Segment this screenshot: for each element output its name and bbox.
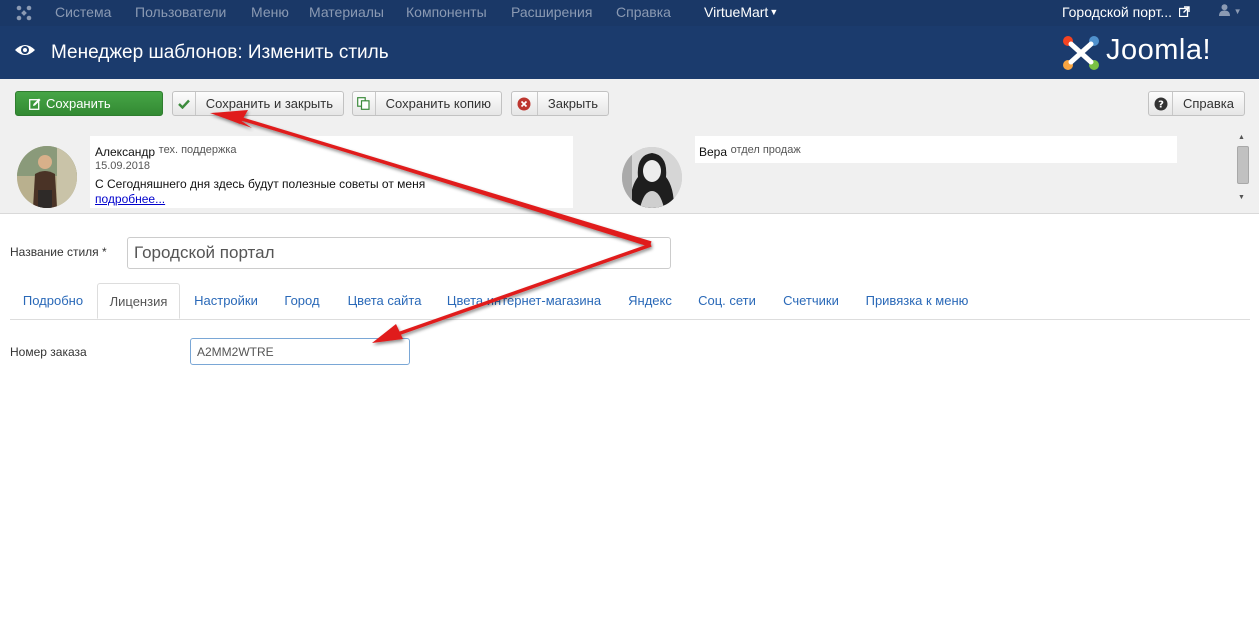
menu-virtuemart[interactable]: VirtueMart▼: [704, 4, 778, 20]
tab-license[interactable]: Лицензия: [97, 283, 180, 319]
save-copy-button[interactable]: Сохранить копию: [352, 91, 502, 116]
tab-settings[interactable]: Настройки: [186, 283, 266, 319]
tab-city[interactable]: Город: [277, 283, 327, 319]
comment-role: тех. поддержка: [158, 144, 237, 156]
user-icon: [1219, 4, 1230, 16]
site-link[interactable]: Городской порт...: [1062, 4, 1190, 20]
menu-users[interactable]: Пользователи: [135, 4, 226, 20]
comment-bubble: Вера отдел продаж: [695, 136, 1177, 163]
virtuemart-label: VirtueMart: [704, 4, 769, 20]
save-button[interactable]: Сохранить: [15, 91, 163, 116]
save-close-label: Сохранить и закрыть: [205, 96, 333, 111]
menu-components[interactable]: Компоненты: [406, 4, 487, 20]
scroll-down-icon[interactable]: ▼: [1238, 194, 1245, 201]
person-photo-icon: [17, 146, 77, 208]
save-label: Сохранить: [46, 96, 111, 111]
comment-date: 15.09.2018: [95, 160, 151, 172]
edit-icon: [24, 92, 46, 115]
save-copy-label: Сохранить копию: [385, 96, 491, 111]
save-close-button[interactable]: Сохранить и закрыть: [172, 91, 344, 116]
comment-bubble: Александр тех. поддержка 15.09.2018 С Се…: [90, 136, 573, 208]
joomla-brand-text: Joomla!: [1106, 34, 1212, 66]
menu-extensions[interactable]: Расширения: [511, 4, 592, 20]
tab-bar: Подробно Лицензия Настройки Город Цвета …: [10, 283, 1250, 320]
admin-menu-bar: Система Пользователи Меню Материалы Комп…: [0, 0, 1259, 26]
comment-author: Вера: [699, 145, 728, 159]
order-number-label: Номер заказа: [10, 345, 87, 359]
tab-site-colors[interactable]: Цвета сайта: [342, 283, 427, 319]
comment-text: С Сегодняшнего дня здесь будут полезные …: [95, 177, 426, 191]
site-link-label: Городской порт...: [1062, 4, 1173, 20]
person-photo-icon: [622, 147, 682, 208]
close-button[interactable]: Закрыть: [511, 91, 609, 116]
comments-scrollbar[interactable]: ▲ ▼: [1235, 131, 1250, 208]
caret-down-icon: ▼: [769, 7, 779, 17]
page-header: Менеджер шаблонов: Изменить стиль Joomla…: [0, 26, 1259, 79]
style-name-input[interactable]: [127, 237, 671, 269]
tab-counters[interactable]: Счетчики: [778, 283, 844, 319]
avatar: [622, 147, 682, 208]
comments-panel: Александр тех. поддержка 15.09.2018 С Се…: [0, 131, 1259, 214]
caret-down-icon: ▼: [1233, 7, 1242, 16]
tab-menu-binding[interactable]: Привязка к меню: [861, 283, 973, 319]
help-button[interactable]: ? Справка: [1148, 91, 1245, 116]
external-link-icon: [1178, 6, 1190, 18]
comment-author: Александр: [95, 145, 156, 159]
menu-system[interactable]: Система: [55, 4, 111, 20]
tab-yandex[interactable]: Яндекс: [620, 283, 680, 319]
tab-shop-colors[interactable]: Цвета интернет-магазина: [444, 283, 604, 319]
menu-help[interactable]: Справка: [616, 4, 671, 20]
copy-icon: [353, 92, 376, 115]
checkmark-icon: [173, 92, 196, 115]
menu-menus[interactable]: Меню: [251, 4, 289, 20]
toolbar: Сохранить Сохранить и закрыть Сохранить …: [0, 79, 1259, 131]
close-circle-icon: [512, 92, 538, 115]
comment-role: отдел продаж: [730, 144, 801, 156]
question-circle-icon: ?: [1149, 92, 1173, 115]
eye-icon: [15, 45, 35, 55]
avatar: [17, 146, 77, 208]
joomla-menu-icon[interactable]: [16, 5, 32, 21]
style-name-label: Название стиля *: [10, 245, 107, 259]
joomla-logo-icon: [1063, 36, 1099, 70]
user-menu[interactable]: ▼: [1219, 4, 1242, 19]
scroll-thumb[interactable]: [1237, 146, 1249, 184]
tab-social[interactable]: Соц. сети: [694, 283, 760, 319]
menu-content[interactable]: Материалы: [309, 4, 384, 20]
tab-details[interactable]: Подробно: [10, 283, 96, 319]
scroll-up-icon[interactable]: ▲: [1238, 134, 1245, 141]
close-label: Закрыть: [547, 96, 598, 111]
help-label: Справка: [1183, 96, 1234, 111]
page-title: Менеджер шаблонов: Изменить стиль: [51, 42, 389, 63]
svg-text:?: ?: [1158, 99, 1164, 110]
order-number-input[interactable]: [190, 338, 410, 365]
comment-more-link[interactable]: подробнее...: [95, 192, 165, 206]
